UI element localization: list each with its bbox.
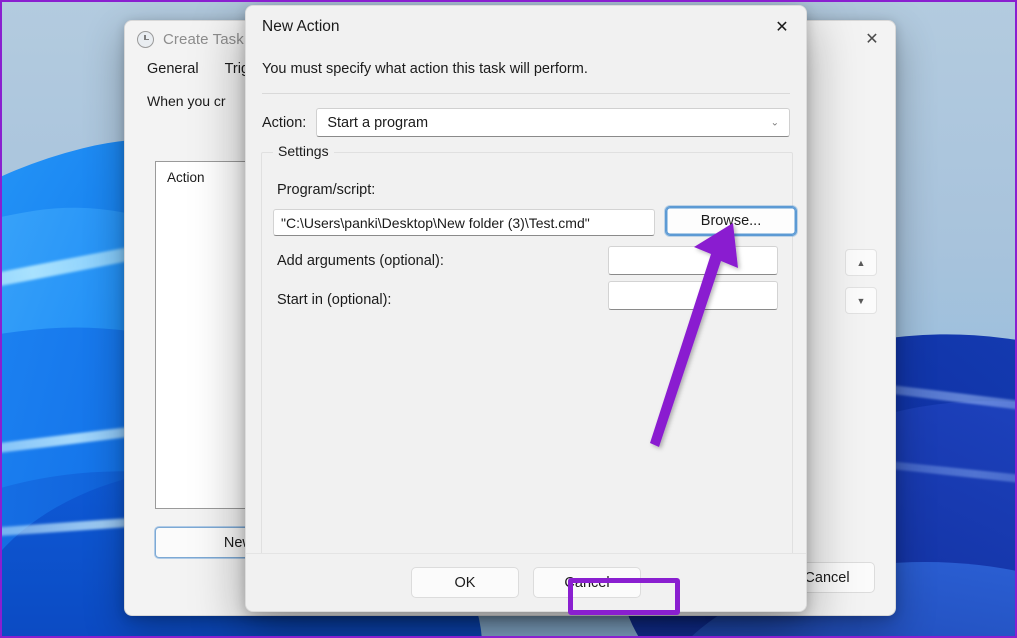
- create-task-title: Create Task: [163, 30, 244, 48]
- settings-legend: Settings: [273, 143, 334, 159]
- action-label: Action:: [262, 114, 307, 131]
- add-arguments-input[interactable]: [608, 246, 778, 275]
- new-action-dialog[interactable]: New Action ✕ You must specify what actio…: [245, 5, 807, 612]
- action-row: Action: Start a program ⌄: [262, 108, 790, 137]
- close-icon[interactable]: ✕: [758, 6, 806, 47]
- new-action-titlebar: New Action ✕: [246, 6, 806, 47]
- action-select[interactable]: Start a program ⌄: [316, 108, 790, 137]
- new-action-title: New Action: [262, 17, 340, 35]
- add-arguments-label: Add arguments (optional):: [277, 253, 444, 269]
- clock-icon: [137, 30, 154, 48]
- tab-general[interactable]: General: [147, 61, 199, 77]
- program-script-label: Program/script:: [277, 182, 376, 198]
- start-in-label: Start in (optional):: [277, 292, 392, 308]
- new-action-footer: OK Cancel: [246, 553, 806, 611]
- program-script-input[interactable]: "C:\Users\panki\Desktop\New folder (3)\T…: [273, 209, 655, 236]
- screen-root: Create Task ✕ General Trigge When you cr…: [0, 0, 1017, 638]
- new-action-cancel-button[interactable]: Cancel: [533, 567, 641, 598]
- divider: [262, 93, 790, 94]
- start-in-input[interactable]: [608, 281, 778, 310]
- chevron-down-icon: ⌄: [770, 117, 779, 128]
- move-down-icon[interactable]: ▼: [845, 287, 877, 314]
- browse-button[interactable]: Browse...: [665, 206, 797, 236]
- action-select-value: Start a program: [327, 114, 429, 131]
- move-up-icon[interactable]: ▲: [845, 249, 877, 276]
- new-action-intro: You must specify what action this task w…: [262, 61, 588, 77]
- ok-button[interactable]: OK: [411, 567, 519, 598]
- close-icon[interactable]: ✕: [849, 21, 895, 57]
